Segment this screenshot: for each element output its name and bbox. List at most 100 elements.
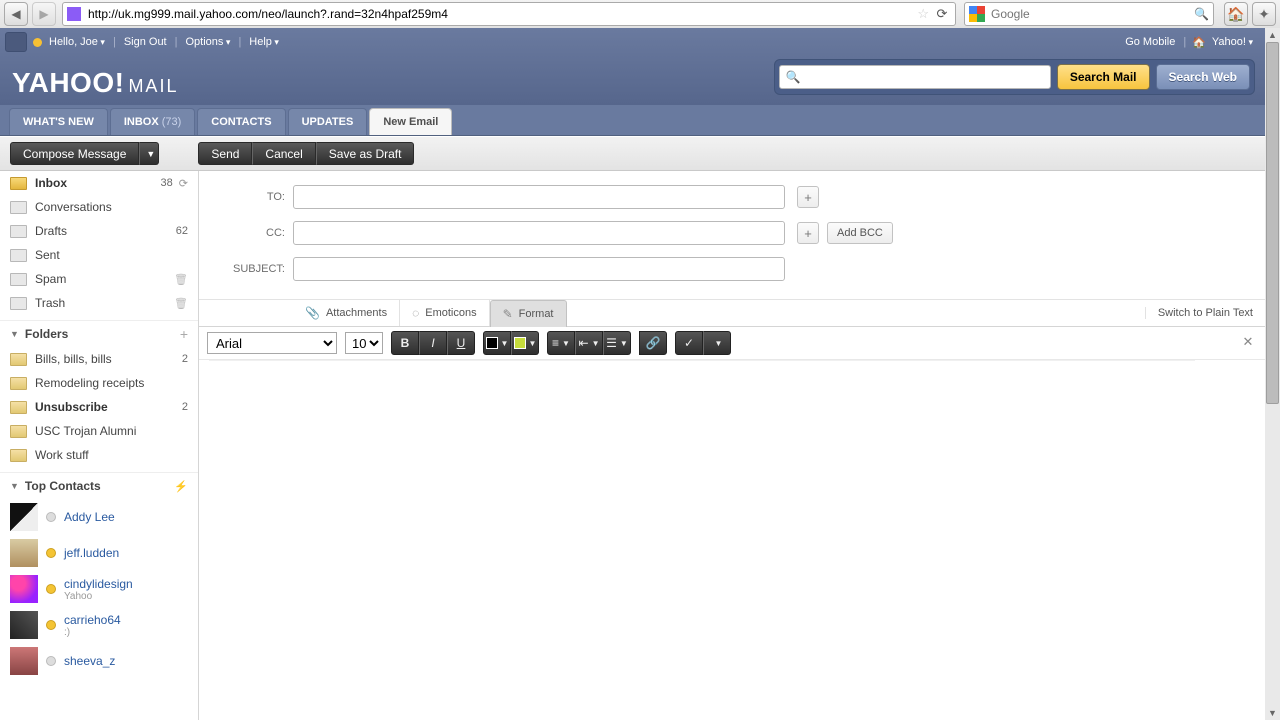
forward-button[interactable]: ▶ [32, 2, 56, 26]
add-folder-icon[interactable]: + [180, 326, 188, 342]
format-tab[interactable]: ✎Format [490, 300, 567, 327]
contact-item[interactable]: carrieho64:) [0, 607, 198, 643]
sidebar: Inbox 38 ⟳ Conversations Drafts62 Sent S… [0, 171, 199, 720]
reload-button[interactable]: ⟳ [933, 6, 951, 22]
cc-input[interactable] [299, 222, 783, 244]
contact-item[interactable]: jeff.ludden [0, 535, 198, 571]
emoticons-tab[interactable]: ◌Emoticons [400, 300, 490, 326]
text-color-button[interactable]: ▼ [483, 331, 511, 355]
font-family-select[interactable]: Arial [207, 332, 337, 354]
main-toolbar: Compose Message ▼ Send Cancel Save as Dr… [0, 136, 1265, 171]
underline-button[interactable]: U [447, 331, 475, 355]
folder-drafts[interactable]: Drafts62 [0, 219, 198, 243]
user-menu[interactable]: Hello, Joe [49, 36, 105, 48]
extension-button[interactable]: ✦ [1252, 2, 1276, 26]
tab-updates[interactable]: UPDATES [288, 108, 368, 135]
contacts-header[interactable]: ▼ Top Contacts ⚡ [0, 472, 198, 499]
contact-item[interactable]: cindylidesignYahoo [0, 571, 198, 607]
add-bcc-button[interactable]: Add BCC [827, 222, 893, 244]
empty-trash-icon[interactable]: 🗑 [174, 297, 188, 310]
tab-inbox[interactable]: INBOX(73) [110, 108, 195, 135]
tab-contacts[interactable]: CONTACTS [197, 108, 285, 135]
attachments-tab[interactable]: 📎Attachments [293, 300, 400, 326]
cc-field[interactable] [293, 221, 785, 245]
scroll-thumb[interactable] [1266, 42, 1279, 404]
folder-trash[interactable]: Trash🗑 [0, 291, 198, 315]
empty-spam-icon[interactable]: 🗑 [174, 273, 188, 286]
emoticon-icon: ◌ [412, 306, 419, 320]
spellcheck-dropdown[interactable]: ▼ [703, 331, 731, 355]
spellcheck-button[interactable]: ✓ [675, 331, 703, 355]
topbar: Hello, Joe | Sign Out | Options | Help G… [0, 28, 1265, 56]
to-input[interactable] [299, 186, 783, 208]
close-toolbar-button[interactable]: ✕ [1239, 334, 1257, 352]
compose-button[interactable]: Compose Message [10, 142, 139, 165]
mail-search-field[interactable]: 🔍 [779, 65, 1051, 89]
refresh-icon[interactable]: ⟳ [179, 177, 188, 190]
indent-button[interactable]: ⇤▼ [575, 331, 603, 355]
folder-icon [10, 401, 27, 414]
search-icon[interactable]: 🔍 [1194, 7, 1209, 21]
contact-item[interactable]: Addy Lee [0, 499, 198, 535]
scroll-up[interactable]: ▲ [1265, 28, 1280, 42]
avatar [10, 575, 38, 603]
link-button[interactable]: 🔗 [639, 331, 667, 355]
compose-dropdown[interactable]: ▼ [139, 142, 159, 165]
custom-folder[interactable]: USC Trojan Alumni [0, 419, 198, 443]
align-button[interactable]: ≡▼ [547, 331, 575, 355]
browser-search-input[interactable] [989, 6, 1194, 22]
folder-spam[interactable]: Spam🗑 [0, 267, 198, 291]
message-body[interactable] [209, 360, 1195, 720]
browser-search[interactable]: 🔍 [964, 2, 1214, 26]
mail-search: 🔍 Search Mail Search Web [774, 59, 1255, 95]
list-button[interactable]: ☰▼ [603, 331, 631, 355]
custom-folder[interactable]: Bills, bills, bills2 [0, 347, 198, 371]
subject-field[interactable] [293, 257, 785, 281]
folder-inbox[interactable]: Inbox 38 ⟳ [0, 171, 198, 195]
yahoo-menu[interactable]: Yahoo! [1212, 36, 1253, 48]
folder-sent[interactable]: Sent [0, 243, 198, 267]
url-bar[interactable]: ☆ ⟳ [62, 2, 956, 26]
url-input[interactable] [86, 6, 913, 22]
avatar [10, 611, 38, 639]
folders-header[interactable]: ▼ Folders + [0, 320, 198, 347]
sign-out-link[interactable]: Sign Out [124, 36, 167, 48]
presence-icon [46, 548, 56, 558]
send-button[interactable]: Send [198, 142, 252, 165]
options-menu[interactable]: Options [185, 36, 230, 48]
add-cc-button[interactable]: + [797, 222, 819, 244]
presence-icon [46, 584, 56, 594]
add-to-button[interactable]: + [797, 186, 819, 208]
custom-folder[interactable]: Work stuff [0, 443, 198, 467]
search-web-button[interactable]: Search Web [1156, 64, 1250, 90]
italic-button[interactable]: I [419, 331, 447, 355]
save-draft-button[interactable]: Save as Draft [316, 142, 415, 165]
subject-input[interactable] [299, 258, 783, 280]
tab-whats-new[interactable]: WHAT'S NEW [9, 108, 108, 135]
help-menu[interactable]: Help [249, 36, 279, 48]
home-button[interactable]: 🏠 [1224, 2, 1248, 26]
custom-folder[interactable]: Remodeling receipts [0, 371, 198, 395]
folder-icon [10, 353, 27, 366]
search-mail-button[interactable]: Search Mail [1057, 64, 1150, 90]
custom-folder[interactable]: Unsubscribe2 [0, 395, 198, 419]
contact-item[interactable]: sheeva_z [0, 643, 198, 679]
scroll-down[interactable]: ▼ [1265, 706, 1280, 720]
folder-conversations[interactable]: Conversations [0, 195, 198, 219]
spam-icon [10, 273, 27, 286]
tab-new-email[interactable]: New Email [369, 108, 452, 135]
masthead: Hello, Joe | Sign Out | Options | Help G… [0, 28, 1265, 105]
highlight-color-button[interactable]: ▼ [511, 331, 539, 355]
bold-button[interactable]: B [391, 331, 419, 355]
to-field[interactable] [293, 185, 785, 209]
contacts-action-icon[interactable]: ⚡ [174, 480, 188, 493]
cancel-button[interactable]: Cancel [252, 142, 315, 165]
bookmark-icon[interactable]: ☆ [917, 6, 929, 22]
switch-plain-text[interactable]: Switch to Plain Text [1145, 307, 1265, 319]
app-menu-icon[interactable] [5, 32, 27, 52]
go-mobile-link[interactable]: Go Mobile [1125, 36, 1175, 48]
page-scrollbar[interactable]: ▲ ▼ [1264, 28, 1280, 720]
font-size-select[interactable]: 10 [345, 332, 383, 354]
chevron-down-icon: ▼ [10, 329, 19, 339]
back-button[interactable]: ◀ [4, 2, 28, 26]
